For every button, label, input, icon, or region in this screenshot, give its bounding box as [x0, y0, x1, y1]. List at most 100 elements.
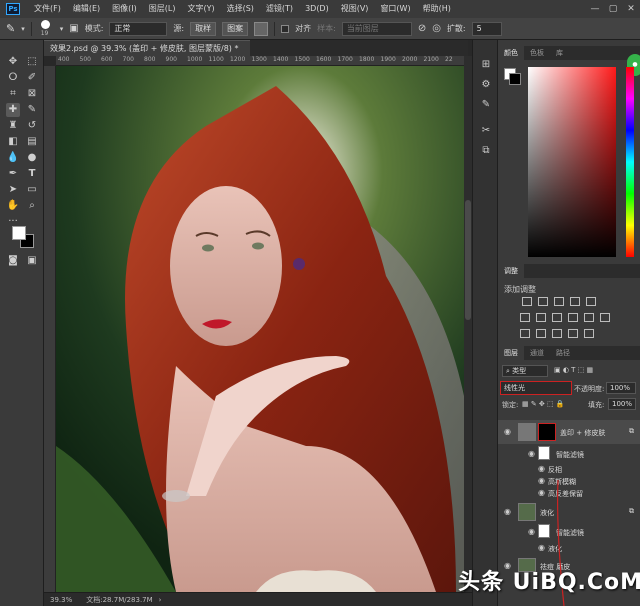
- invert-icon[interactable]: [520, 329, 530, 338]
- tab-libraries[interactable]: 库: [550, 46, 569, 60]
- dodge-tool-icon[interactable]: ●: [25, 151, 39, 165]
- ruler-tick-label: 800: [144, 56, 156, 63]
- tab-adjustments[interactable]: 调整: [498, 264, 524, 278]
- tab-channels[interactable]: 通道: [524, 346, 550, 360]
- color-picker-field[interactable]: [528, 67, 616, 257]
- aligned-checkbox[interactable]: [281, 24, 290, 33]
- ruler-tick-label: 2000: [402, 56, 418, 63]
- lock-icons[interactable]: ▦ ✎ ✥ ⬚ 🔒: [522, 400, 565, 408]
- selective-color-icon[interactable]: [568, 329, 578, 338]
- curves-icon[interactable]: [554, 297, 564, 306]
- close-icon[interactable]: ✕: [622, 0, 640, 18]
- menu-image[interactable]: 图像(I): [106, 0, 143, 18]
- threshold-icon[interactable]: [552, 329, 562, 338]
- document-tab[interactable]: 效果2.psd @ 39.3% (盖印 + 修皮肤, 图层蒙版/8) *: [44, 40, 250, 56]
- vertical-scrollbar[interactable]: [464, 56, 472, 592]
- hand-tool-icon[interactable]: ✋: [6, 199, 20, 213]
- marquee-tool-icon[interactable]: ⬚: [25, 55, 39, 69]
- spread-input[interactable]: 5: [471, 21, 502, 36]
- screen-mode-icon[interactable]: ▣: [25, 254, 39, 268]
- pattern-button[interactable]: 图案: [222, 21, 249, 36]
- fill-input[interactable]: 100%: [608, 398, 636, 410]
- menu-3d[interactable]: 3D(D): [299, 0, 335, 18]
- foreground-color-swatch[interactable]: [12, 226, 26, 240]
- color-lookup-icon[interactable]: [600, 313, 610, 322]
- pattern-preview[interactable]: [254, 21, 269, 36]
- ruler-tick-label: 1200: [230, 56, 246, 63]
- hue-saturation-icon[interactable]: [520, 313, 530, 322]
- exposure-icon[interactable]: [570, 297, 580, 306]
- tab-layers[interactable]: 图层: [498, 346, 524, 360]
- vibrance-icon[interactable]: [586, 297, 596, 306]
- menu-window[interactable]: 窗口(W): [374, 0, 416, 18]
- status-arrow-icon[interactable]: ›: [159, 596, 162, 604]
- maximize-icon[interactable]: ▢: [604, 0, 622, 18]
- zoom-tool-icon[interactable]: ⌕: [25, 199, 39, 213]
- separator: [30, 21, 32, 36]
- brush-preview[interactable]: 19: [38, 19, 54, 38]
- eraser-tool-icon[interactable]: ◧: [6, 135, 20, 149]
- levels-icon[interactable]: [538, 297, 548, 306]
- menu-edit[interactable]: 编辑(E): [67, 0, 106, 18]
- tool-preset-dropdown-icon[interactable]: ▾: [21, 25, 25, 33]
- image-canvas[interactable]: [56, 66, 464, 592]
- filter-icons[interactable]: ▣ ◐ T ⬚ ▦: [554, 366, 593, 374]
- menu-file[interactable]: 文件(F): [28, 0, 67, 18]
- blend-mode-select[interactable]: 线性光: [500, 381, 572, 395]
- move-tool-icon[interactable]: ✥: [6, 55, 20, 69]
- crop-tool-icon[interactable]: ⌗: [6, 87, 20, 101]
- layer-filter-kind[interactable]: ⌕ 类型: [502, 365, 548, 377]
- menu-select[interactable]: 选择(S): [221, 0, 260, 18]
- quick-select-tool-icon[interactable]: ✐: [25, 71, 39, 85]
- clone-stamp-tool-icon[interactable]: ♜: [6, 119, 20, 133]
- pressure-icon[interactable]: ◎: [432, 23, 441, 34]
- history-panel-icon[interactable]: ⊞: [479, 58, 493, 72]
- hue-slider[interactable]: [626, 67, 634, 257]
- pen-tool-icon[interactable]: ✒: [6, 167, 20, 181]
- gradient-map-icon[interactable]: [584, 329, 594, 338]
- channel-mixer-icon[interactable]: [584, 313, 594, 322]
- menu-help[interactable]: 帮助(H): [417, 0, 457, 18]
- minimize-icon[interactable]: —: [586, 0, 604, 18]
- photo-filter-icon[interactable]: [568, 313, 578, 322]
- frame-tool-icon[interactable]: ⊠: [25, 87, 39, 101]
- menu-type[interactable]: 文字(Y): [181, 0, 220, 18]
- scrollbar-thumb[interactable]: [465, 200, 471, 320]
- tool-presets-panel-icon[interactable]: ✂: [479, 124, 493, 138]
- brush-dropdown-icon[interactable]: ▾: [60, 25, 64, 33]
- brush-settings-panel-icon[interactable]: ✎: [479, 98, 493, 112]
- tools-panel: ✥ ⬚ ⵔ ✐ ⌗ ⊠ ✚ ✎ ♜ ↺ ◧ ▤ 💧 ● ✒ T ➤ ▭ ✋ ⌕ …: [0, 40, 44, 606]
- quick-mask-icon[interactable]: ◙: [6, 254, 20, 268]
- gradient-tool-icon[interactable]: ▤: [25, 135, 39, 149]
- menu-layer[interactable]: 图层(L): [143, 0, 182, 18]
- black-white-icon[interactable]: [552, 313, 562, 322]
- brightness-contrast-icon[interactable]: [522, 297, 532, 306]
- clone-source-panel-icon[interactable]: ⧉: [479, 144, 493, 158]
- panel-background-swatch[interactable]: [509, 73, 521, 85]
- properties-panel-icon[interactable]: ⚙: [479, 78, 493, 92]
- opacity-input[interactable]: 100%: [606, 382, 636, 394]
- lasso-tool-icon[interactable]: ⵔ: [6, 71, 20, 85]
- tab-color[interactable]: 颜色: [498, 46, 524, 60]
- menu-filter[interactable]: 滤镜(T): [260, 0, 299, 18]
- mode-select[interactable]: 正常: [109, 21, 168, 36]
- path-select-tool-icon[interactable]: ➤: [6, 183, 20, 197]
- type-tool-icon[interactable]: T: [25, 167, 39, 181]
- history-brush-tool-icon[interactable]: ↺: [25, 119, 39, 133]
- color-balance-icon[interactable]: [536, 313, 546, 322]
- tab-paths[interactable]: 路径: [550, 346, 576, 360]
- document-info[interactable]: 文档:28.7M/283.7M: [86, 595, 152, 605]
- sample-button[interactable]: 取样: [190, 21, 217, 36]
- menu-view[interactable]: 视图(V): [335, 0, 375, 18]
- tab-swatches[interactable]: 色板: [524, 46, 550, 60]
- ignore-adjust-icon[interactable]: ⊘: [418, 23, 426, 34]
- blur-tool-icon[interactable]: 💧: [6, 151, 20, 165]
- shape-tool-icon[interactable]: ▭: [25, 183, 39, 197]
- sample-select[interactable]: 当前图层: [341, 21, 412, 36]
- zoom-level[interactable]: 39.3%: [44, 596, 86, 604]
- healing-brush-tool-icon[interactable]: ✚: [6, 103, 20, 117]
- brush-tool-icon[interactable]: ✎: [6, 22, 15, 35]
- posterize-icon[interactable]: [536, 329, 546, 338]
- brush-tool-icon[interactable]: ✎: [25, 103, 39, 117]
- brush-settings-icon[interactable]: ▣: [69, 23, 78, 34]
